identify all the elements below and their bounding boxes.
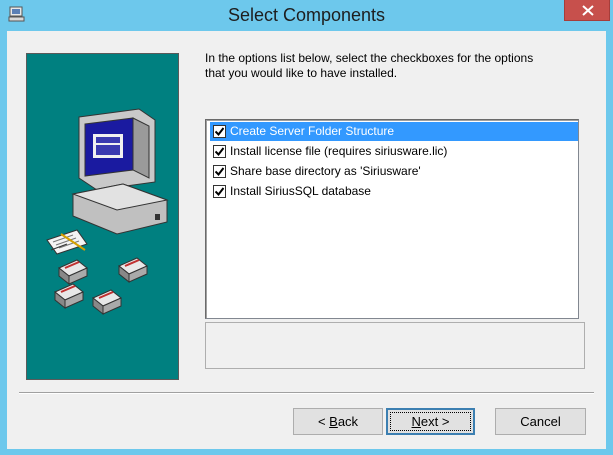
button-divider: [19, 392, 594, 394]
dialog-body: In the options list below, select the ch…: [7, 31, 606, 449]
component-label: Create Server Folder Structure: [230, 124, 395, 138]
checkmark-icon: [215, 167, 224, 176]
component-description-box: [205, 322, 585, 369]
back-prefix: <: [317, 414, 330, 429]
components-list[interactable]: Create Server Folder Structure Install l…: [205, 119, 579, 319]
component-checkbox[interactable]: [213, 145, 226, 158]
checkmark-icon: [215, 147, 224, 156]
instruction-line-2: that you would like to have installed.: [205, 66, 398, 80]
component-label: Install license file (requires siriuswar…: [230, 144, 448, 158]
component-item-create-server-folder[interactable]: Create Server Folder Structure: [210, 122, 578, 141]
component-checkbox[interactable]: [213, 165, 226, 178]
component-label: Install SiriusSQL database: [230, 184, 371, 198]
close-icon: [582, 5, 594, 16]
back-button[interactable]: < Back: [293, 408, 383, 435]
focus-rectangle: [390, 412, 471, 431]
component-item-install-siriussql[interactable]: Install SiriusSQL database: [210, 182, 578, 201]
back-label-rest: ack: [337, 414, 359, 429]
instruction-text: In the options list below, select the ch…: [205, 51, 600, 81]
title-bar: Select Components: [0, 0, 613, 31]
document-icon: [46, 229, 88, 255]
computer-icon: [71, 108, 169, 235]
component-checkbox[interactable]: [213, 125, 226, 138]
back-accelerator: B: [329, 414, 338, 429]
floppy-disks-icon: [54, 257, 148, 316]
close-button[interactable]: [564, 0, 610, 21]
component-item-share-base-directory[interactable]: Share base directory as 'Siriusware': [210, 162, 578, 181]
checkmark-icon: [215, 127, 224, 136]
component-item-install-license[interactable]: Install license file (requires siriuswar…: [210, 142, 578, 161]
instruction-line-1: In the options list below, select the ch…: [205, 51, 534, 65]
wizard-illustration: [26, 53, 179, 380]
cancel-button[interactable]: Cancel: [495, 408, 586, 435]
checkmark-icon: [215, 187, 224, 196]
window-title: Select Components: [227, 5, 386, 25]
component-checkbox[interactable]: [213, 185, 226, 198]
component-label: Share base directory as 'Siriusware': [230, 164, 421, 178]
next-button[interactable]: Next >: [386, 408, 475, 435]
